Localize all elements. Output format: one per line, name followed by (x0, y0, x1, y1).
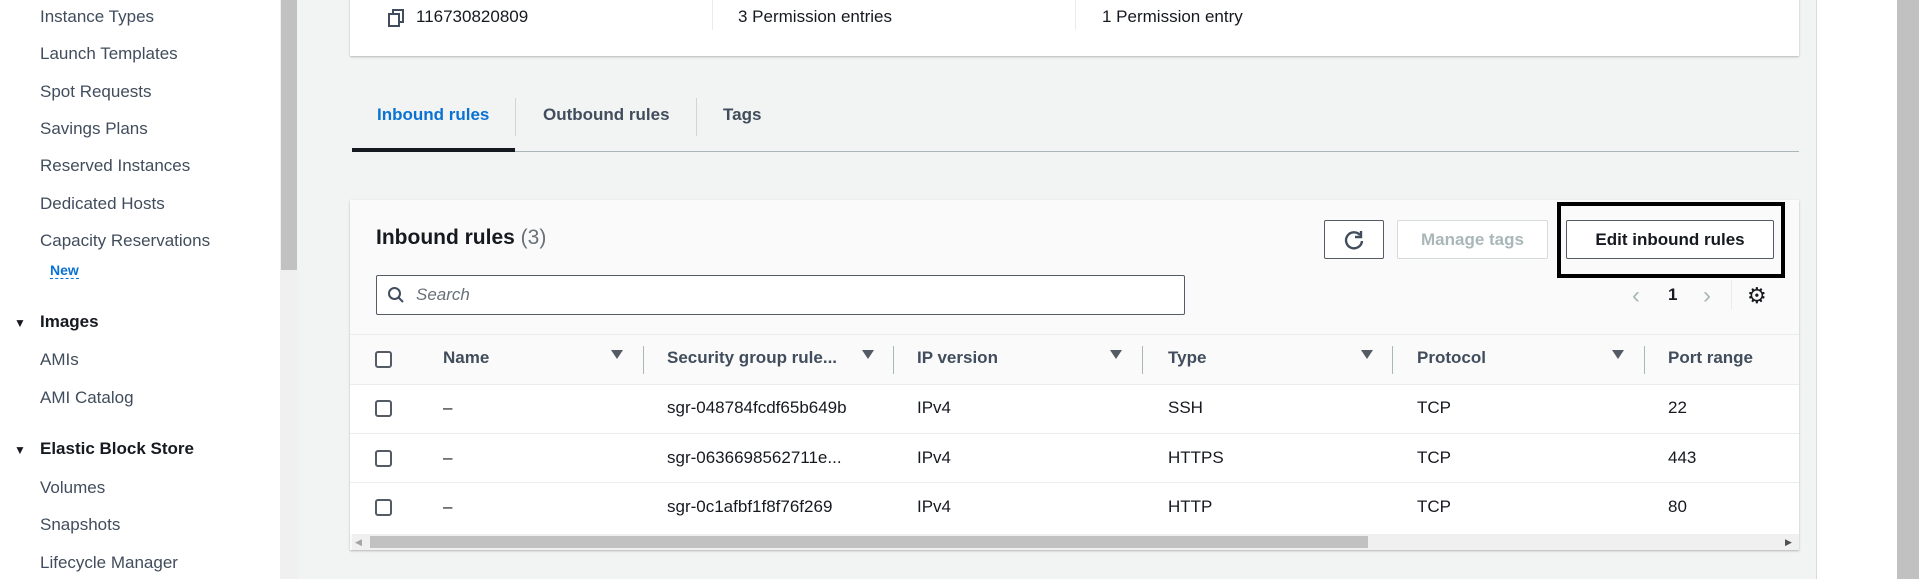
cell-port-range: 80 (1668, 497, 1687, 516)
new-badge: New (50, 262, 79, 279)
cell-type: SSH (1168, 398, 1203, 417)
page-scrollbar[interactable] (1897, 0, 1919, 579)
right-panel (1817, 0, 1897, 579)
active-tab-indicator (352, 148, 515, 152)
owner-id: 116730820809 (416, 7, 529, 26)
cell-rule-id[interactable]: sgr-0636698562711e... (667, 448, 842, 468)
cell-name: – (443, 448, 453, 467)
section-label: Images (40, 312, 99, 331)
panel-title: Inbound rules (3) (376, 226, 546, 250)
previous-page-icon[interactable]: ‹ (1632, 282, 1640, 310)
select-all-checkbox[interactable] (375, 351, 392, 368)
cell-ip-version: IPv4 (917, 497, 952, 516)
copy-icon[interactable] (388, 8, 406, 28)
divider (712, 0, 713, 30)
outbound-rules-count: 1 Permission entry (1102, 7, 1243, 26)
sort-icon[interactable] (611, 350, 623, 359)
row-checkbox[interactable] (375, 400, 392, 417)
cell-name: – (443, 398, 453, 417)
summary-card: 116730820809 3 Permission entries 1 Perm… (350, 0, 1799, 56)
page-number[interactable]: 1 (1668, 285, 1677, 305)
scroll-right-arrow-icon[interactable]: ▶ (1785, 537, 1792, 548)
sidebar-item-savings-plans[interactable]: Savings Plans (40, 119, 148, 139)
sidebar-item-spot-requests[interactable]: Spot Requests (40, 82, 152, 102)
tabs-baseline (352, 151, 1799, 152)
table-row[interactable] (350, 482, 1799, 534)
panel-title-text: Inbound rules (376, 226, 515, 249)
sidebar-item-dedicated-hosts[interactable]: Dedicated Hosts (40, 194, 165, 214)
manage-tags-button[interactable]: Manage tags (1397, 220, 1548, 259)
search-icon (388, 287, 404, 303)
column-header-ip-version[interactable]: IP version (917, 348, 998, 368)
table-row[interactable] (350, 384, 1799, 433)
sidebar-item-lifecycle-manager[interactable]: Lifecycle Manager (40, 553, 178, 573)
scroll-left-arrow-icon[interactable]: ◀ (355, 537, 362, 548)
settings-gear-icon[interactable]: ⚙ (1747, 283, 1767, 309)
sidebar-item-launch-templates[interactable]: Launch Templates (40, 44, 178, 64)
caret-down-icon: ▼ (14, 443, 26, 457)
row-checkbox[interactable] (375, 499, 392, 516)
cell-type: HTTPS (1168, 448, 1224, 467)
cell-ip-version: IPv4 (917, 398, 952, 417)
column-divider[interactable] (1392, 346, 1393, 374)
divider (1075, 0, 1076, 30)
sidebar: Instance Types Launch Templates Spot Req… (0, 0, 280, 579)
sidebar-item-volumes[interactable]: Volumes (40, 478, 105, 498)
sort-icon[interactable] (1110, 350, 1122, 359)
caret-down-icon: ▼ (14, 316, 26, 330)
cell-rule-id[interactable]: sgr-0c1afbf1f8f76f269 (667, 497, 832, 517)
sidebar-item-instance-types[interactable]: Instance Types (40, 7, 154, 27)
column-divider[interactable] (1644, 346, 1645, 374)
search-placeholder: Search (416, 285, 470, 304)
column-header-port-range[interactable]: Port range (1668, 348, 1753, 368)
cell-rule-id[interactable]: sgr-048784fcdf65b649b (667, 398, 847, 418)
search-input[interactable]: Search (376, 275, 1185, 315)
refresh-button[interactable] (1324, 220, 1384, 259)
refresh-icon (1344, 230, 1364, 250)
tab-divider (696, 98, 697, 136)
sidebar-item-amis[interactable]: AMIs (40, 350, 79, 370)
column-header-security-group-rule[interactable]: Security group rule... (667, 348, 837, 368)
table-header (350, 334, 1799, 384)
tab-inbound-rules[interactable]: Inbound rules (377, 105, 489, 125)
sort-icon[interactable] (1612, 350, 1624, 359)
sidebar-item-capacity-reservations[interactable]: Capacity Reservations (40, 231, 210, 251)
cell-ip-version: IPv4 (917, 448, 952, 467)
column-header-protocol[interactable]: Protocol (1417, 348, 1486, 368)
cell-protocol: TCP (1417, 448, 1451, 467)
divider (1731, 280, 1732, 310)
tab-tags[interactable]: Tags (723, 105, 761, 125)
cell-port-range: 443 (1668, 448, 1697, 467)
tab-outbound-rules[interactable]: Outbound rules (543, 105, 670, 125)
sidebar-section-ebs[interactable]: ▼ Elastic Block Store (14, 439, 194, 459)
inbound-rules-count: 3 Permission entries (738, 7, 893, 26)
sidebar-item-ami-catalog[interactable]: AMI Catalog (40, 388, 134, 408)
next-page-icon[interactable]: › (1703, 282, 1711, 310)
column-divider[interactable] (643, 346, 644, 374)
rule-count: (3) (520, 226, 547, 249)
column-header-name[interactable]: Name (443, 348, 489, 368)
section-label: Elastic Block Store (40, 439, 195, 458)
sort-icon[interactable] (862, 350, 874, 359)
column-header-type[interactable]: Type (1168, 348, 1206, 368)
column-divider[interactable] (893, 346, 894, 374)
cell-protocol: TCP (1417, 398, 1451, 417)
sidebar-item-snapshots[interactable]: Snapshots (40, 515, 120, 535)
horizontal-scrollbar-thumb[interactable] (370, 536, 1368, 548)
sidebar-scrollbar-thumb[interactable] (281, 0, 297, 270)
cell-port-range: 22 (1668, 398, 1687, 417)
cell-name: – (443, 497, 453, 516)
sort-icon[interactable] (1361, 350, 1373, 359)
cell-type: HTTP (1168, 497, 1213, 516)
sidebar-item-reserved-instances[interactable]: Reserved Instances (40, 156, 190, 176)
tab-divider (515, 98, 516, 136)
cell-protocol: TCP (1417, 497, 1451, 516)
row-checkbox[interactable] (375, 450, 392, 467)
sidebar-section-images[interactable]: ▼ Images (14, 312, 99, 332)
column-divider[interactable] (1142, 346, 1143, 374)
edit-inbound-rules-button[interactable]: Edit inbound rules (1566, 220, 1774, 259)
table-row[interactable] (350, 433, 1799, 482)
